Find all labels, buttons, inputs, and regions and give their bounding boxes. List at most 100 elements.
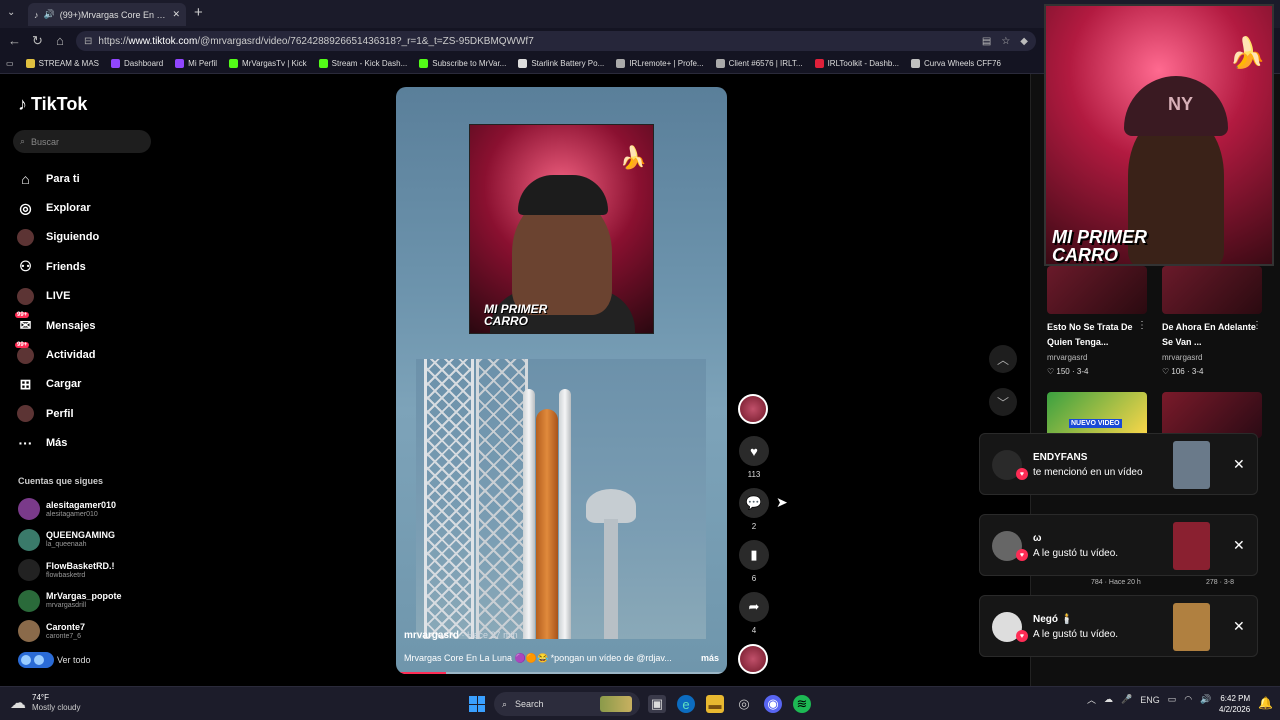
following-account[interactable]: FlowBasketRD.! flowbasketrd	[18, 555, 122, 586]
close-icon[interactable]: ✕	[1233, 537, 1245, 554]
notification-thumbnail[interactable]	[1173, 603, 1210, 651]
bookmark-item[interactable]: Curva Wheels CFF76	[911, 59, 1001, 68]
next-video-button[interactable]: ﹀	[989, 388, 1017, 416]
obs-icon[interactable]: ◎	[735, 695, 753, 713]
tab-list-chevron-icon[interactable]: ⌄	[7, 7, 15, 18]
search-input[interactable]: ⌕ Buscar	[13, 130, 151, 153]
bookmark-icon[interactable]: ▮	[739, 540, 769, 570]
following-account[interactable]: Caronte7 caronte7_6	[18, 616, 122, 647]
video-author[interactable]: mrvargasrd · Hace 27 min	[404, 630, 518, 641]
video-title[interactable]: De Ahora En Adelante Se Van ...	[1162, 320, 1262, 350]
video-user[interactable]: mrvargasrd	[1162, 353, 1202, 362]
nav-item-para-ti[interactable]: ⌂ Para ti	[17, 164, 99, 193]
microphone-icon[interactable]: 🎤	[1121, 694, 1132, 705]
nav-item-perfil[interactable]: Perfil	[17, 399, 99, 428]
start-button[interactable]	[469, 696, 485, 712]
video-thumbnail[interactable]	[1162, 392, 1262, 438]
browser-tab-active[interactable]: ♪ 🔊 (99+)Mrvargas Core En La Lu ✕	[28, 3, 186, 26]
tray-overflow-icon[interactable]: ︿	[1087, 693, 1096, 706]
bookmark-item[interactable]: Stream - Kick Dash...	[318, 59, 407, 68]
nav-item-siguiendo[interactable]: Siguiendo	[17, 223, 99, 252]
bookmark-favicon-icon	[518, 59, 528, 68]
extension-icon[interactable]: ◆	[1020, 36, 1028, 47]
share-action[interactable]: ➦ 4	[738, 592, 770, 644]
like-action[interactable]: ♥ 113	[738, 436, 770, 488]
favorite-star-icon[interactable]: ☆	[1001, 36, 1010, 47]
site-info-icon[interactable]: ⊟	[84, 36, 92, 47]
back-icon[interactable]: ←	[8, 33, 21, 48]
task-view-icon[interactable]: ▣	[648, 695, 666, 713]
comment-icon[interactable]: 💬	[739, 488, 769, 518]
bookmark-item[interactable]: Mi Perfil	[175, 59, 217, 68]
bookmark-item[interactable]: Starlink Battery Po...	[518, 59, 604, 68]
bookmark-item[interactable]: Client #6576 | IRLT...	[715, 59, 803, 68]
url-bar[interactable]: ⊟ https://www.tiktok.com/@mrvargasrd/vid…	[76, 31, 1036, 51]
bookmark-item[interactable]: IRLToolkit - Dashb...	[814, 59, 899, 68]
notification-toast[interactable]: ♥ ENDYFANS te mencionó en un vídeo ✕	[979, 433, 1258, 495]
more-link[interactable]: más	[701, 653, 719, 664]
nav-item-cargar[interactable]: ⊞ Cargar	[17, 370, 99, 399]
following-account[interactable]: MrVargas_popote mrvargasdrill	[18, 586, 122, 617]
reader-view-icon[interactable]: ▤	[982, 36, 991, 47]
weather-widget[interactable]: ☁ 74°F Mostly cloudy	[10, 693, 80, 713]
nav-item-explorar[interactable]: ◎ Explorar	[17, 193, 99, 222]
tiktok-note-icon: ♪	[18, 94, 27, 114]
close-icon[interactable]: ✕	[1233, 618, 1245, 635]
profile-icon	[17, 405, 34, 423]
more-options-icon[interactable]: ⋮	[1137, 320, 1147, 331]
clock[interactable]: 6:42 PM 4/2/2026	[1219, 693, 1250, 715]
spotify-icon[interactable]: ≋	[793, 695, 811, 713]
share-icon[interactable]: ➦	[739, 592, 769, 622]
bookmark-item[interactable]: MrVargasTv | Kick	[229, 59, 307, 68]
display-icon[interactable]: ▭	[1168, 694, 1177, 705]
edge-browser-icon[interactable]: e	[677, 695, 695, 713]
following-account[interactable]: alesitagamer010 alesitagamer010	[18, 494, 122, 525]
rocket-launch-image	[416, 359, 706, 639]
discord-icon[interactable]: ◉	[764, 695, 782, 713]
nav-item-friends[interactable]: ⚇ Friends	[17, 252, 99, 281]
video-title[interactable]: Esto No Se Trata De Quien Tenga...	[1047, 320, 1147, 350]
notification-toast[interactable]: ♥ Negó 🕯️ A le gustó tu vídeo. ✕	[979, 595, 1258, 657]
speaker-icon[interactable]: 🔊	[44, 9, 55, 20]
notification-thumbnail[interactable]	[1173, 441, 1210, 489]
previous-video-button[interactable]: ︿	[989, 345, 1017, 373]
video-thumbnail[interactable]	[1047, 266, 1147, 314]
network-icon[interactable]: ◠	[1184, 694, 1192, 705]
nav-item-más[interactable]: ··· Más	[17, 429, 99, 458]
tab-close-icon[interactable]: ✕	[172, 9, 180, 20]
ver-todo-link[interactable]: Ver todo	[18, 652, 91, 668]
following-account[interactable]: QUEENGAMING la_queenaah	[18, 525, 122, 556]
notification-bell-icon[interactable]: 🔔	[1258, 696, 1273, 710]
file-explorer-icon[interactable]: ▬	[706, 695, 724, 713]
bookmark-item[interactable]: Dashboard	[111, 59, 163, 68]
comment-action[interactable]: 💬 2	[738, 488, 770, 540]
bookmark-item[interactable]: Subscribe to MrVar...	[419, 59, 506, 68]
bookmark-item[interactable]: STREAM & MAS	[25, 59, 99, 68]
sidebar-toggle-icon[interactable]: ▭	[6, 59, 14, 68]
heart-icon[interactable]: ♥	[739, 436, 769, 466]
video-progress-bar[interactable]	[396, 672, 727, 674]
new-tab-icon[interactable]: +	[194, 4, 203, 21]
tiktok-logo[interactable]: ♪ TikTok	[18, 94, 87, 115]
nav-item-live[interactable]: LIVE	[17, 282, 99, 311]
notification-thumbnail[interactable]	[1173, 522, 1210, 570]
volume-icon[interactable]: 🔊	[1200, 694, 1211, 705]
notification-toast[interactable]: ♥ ω A le gustó tu vídeo. ✕	[979, 514, 1258, 576]
video-user[interactable]: mrvargasrd	[1047, 353, 1087, 362]
video-thumbnail[interactable]	[1162, 266, 1262, 314]
nav-item-actividad[interactable]: 99+ Actividad	[15, 340, 99, 369]
video-player[interactable]: 🍌 MI PRIMER CARRO mrvargasrd · Hace 27 m…	[396, 87, 727, 674]
home-icon[interactable]: ⌂	[56, 33, 64, 48]
language-indicator[interactable]: ENG	[1140, 695, 1160, 705]
music-disc-avatar[interactable]	[738, 644, 768, 674]
nav-item-mensajes[interactable]: ✉ 99+ Mensajes	[15, 311, 99, 340]
creator-avatar[interactable]	[738, 394, 768, 424]
close-icon[interactable]: ✕	[1233, 456, 1245, 473]
more-options-icon[interactable]: ⋮	[1252, 320, 1262, 331]
taskbar-search[interactable]: ⌕ Search	[494, 692, 640, 716]
video-thumbnail[interactable]: NUEVO VIDEO	[1047, 392, 1147, 438]
onedrive-icon[interactable]: ☁	[1104, 694, 1113, 705]
bookmark-item[interactable]: IRLremote+ | Profe...	[616, 59, 704, 68]
reload-icon[interactable]: ↻	[32, 33, 43, 49]
save-action[interactable]: ▮ 6	[738, 540, 770, 592]
